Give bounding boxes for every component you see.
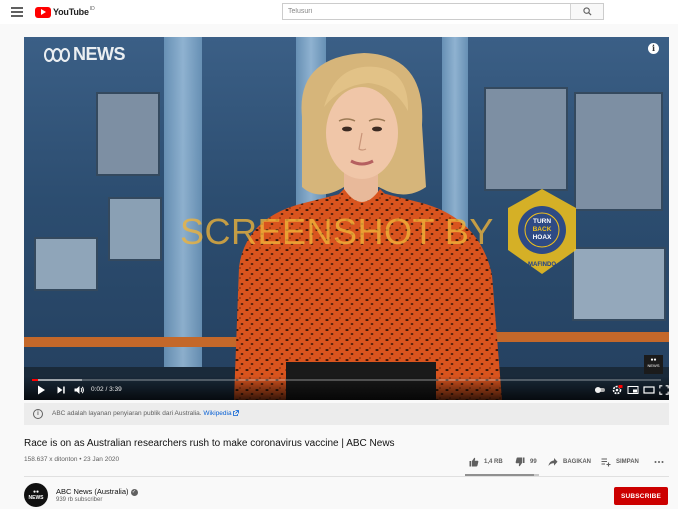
like-button[interactable]: 1,4 RB [469, 456, 503, 468]
context-info-body: ABC adalah layanan penyiaran publik dari… [52, 410, 202, 417]
thumbs-up-icon [469, 457, 479, 467]
player-controls: 0:02 / 3:39 [24, 376, 669, 400]
info-circle-icon: i [33, 409, 43, 419]
progress-loaded [32, 379, 83, 381]
volume-icon[interactable] [73, 384, 85, 396]
svg-text:MAFINDO: MAFINDO [528, 262, 556, 268]
settings-icon[interactable] [611, 384, 623, 396]
logo-wordmark: YouTube [53, 7, 89, 17]
subscriber-count: 939 rb subscriber [56, 497, 103, 503]
fullscreen-icon[interactable] [659, 384, 669, 396]
search-box [282, 3, 604, 20]
progress-bar[interactable] [32, 379, 661, 381]
youtube-play-icon [35, 6, 51, 18]
subscribe-button[interactable]: SUBSCRIBE [614, 487, 668, 505]
dislike-count: 99 [530, 459, 537, 465]
logo-region: ID [89, 6, 95, 12]
search-icon [583, 7, 592, 16]
external-link-icon[interactable] [233, 410, 240, 417]
verified-check-icon: ✓ [130, 488, 138, 496]
masthead: YouTube ID [0, 0, 678, 24]
share-icon [548, 458, 558, 466]
add-to-playlist-icon [601, 458, 611, 467]
context-info-text: ABC adalah layanan penyiaran publik dari… [52, 409, 240, 419]
context-info-panel: i ABC adalah layanan penyiaran publik da… [24, 403, 669, 425]
channel-avatar[interactable]: ●● NEWS [24, 483, 48, 507]
search-button[interactable] [570, 4, 603, 19]
save-label: SIMPAN [616, 459, 639, 465]
video-player[interactable]: NEWS i SCREENSHOT BY TURN BACK HOAX MAFI… [24, 37, 669, 400]
time-display: 0:02 / 3:39 [91, 386, 122, 393]
share-button[interactable]: BAGIKAN [548, 456, 591, 468]
next-icon[interactable] [55, 384, 67, 396]
abc-logo-icon [44, 47, 70, 62]
more-actions-button[interactable] [654, 456, 669, 468]
autoplay-toggle-icon[interactable] [594, 384, 606, 396]
abc-logo-text: NEWS [73, 44, 126, 64]
mafindo-seal-icon: TURN BACK HOAX MAFINDO [508, 189, 576, 274]
more-horizontal-icon [654, 461, 664, 463]
channel-name-row[interactable]: ABC News (Australia) ✓ [56, 487, 138, 496]
share-label: BAGIKAN [563, 459, 591, 465]
svg-text:TURN: TURN [533, 218, 551, 225]
section-divider [24, 476, 669, 477]
svg-text:HOAX: HOAX [533, 234, 552, 241]
play-icon[interactable] [35, 384, 47, 396]
progress-played [32, 379, 38, 381]
miniplayer-icon[interactable] [627, 384, 639, 396]
like-count: 1,4 RB [484, 459, 503, 465]
abc-news-logo: NEWS [44, 44, 126, 65]
watermark-text: SCREENSHOT BY [180, 211, 494, 252]
youtube-logo[interactable]: YouTube ID [35, 5, 95, 19]
info-icon[interactable]: i [648, 43, 659, 54]
avatar-text: NEWS [28, 495, 44, 501]
save-button[interactable]: SIMPAN [601, 456, 639, 468]
abc-news-badge: ●● NEWS [644, 355, 663, 374]
wikipedia-link[interactable]: Wikipedia [203, 410, 231, 417]
menu-icon[interactable] [11, 7, 23, 17]
thumbs-down-icon [515, 457, 525, 467]
theater-mode-icon[interactable] [643, 384, 655, 396]
search-input[interactable] [283, 4, 573, 19]
dislike-button[interactable]: 99 [515, 456, 537, 468]
channel-name[interactable]: ABC News (Australia) [56, 487, 129, 496]
video-meta: 158.637 x ditonton • 23 Jan 2020 [24, 456, 120, 463]
video-title: Race is on as Australian researchers rus… [24, 438, 395, 449]
svg-text:BACK: BACK [533, 226, 552, 233]
